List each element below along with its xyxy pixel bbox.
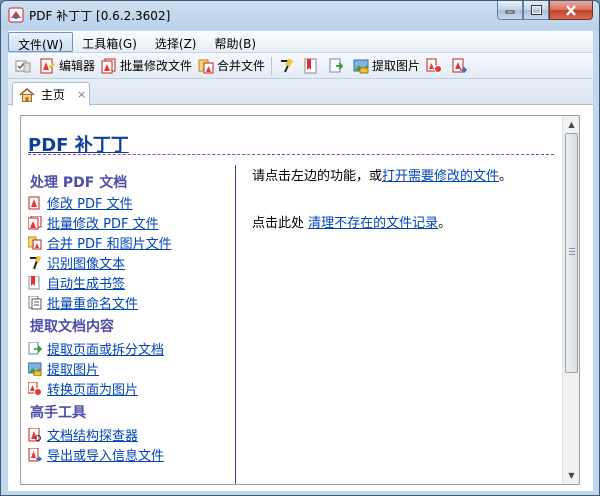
convert-image-button[interactable] — [423, 55, 448, 77]
title-divider — [28, 154, 554, 155]
rename-files-icon — [28, 295, 42, 309]
pdf-to-image-icon — [426, 58, 443, 73]
app-logo-icon — [8, 7, 24, 23]
link-extract-images[interactable]: 提取图片 — [28, 359, 99, 378]
home-page: PDF 补丁丁 处理 PDF 文档 修改 PDF 文件 批量修改 PDF 文件 … — [20, 115, 580, 485]
extract-images-icon — [28, 362, 42, 376]
merge-button[interactable]: 合并文件 — [195, 55, 268, 77]
home-icon — [19, 87, 35, 102]
bookmark-button[interactable] — [300, 55, 325, 77]
link-ocr-text[interactable]: 识别图像文本 — [28, 253, 125, 272]
section-heading-process: 处理 PDF 文档 — [30, 175, 128, 191]
link-auto-bookmarks[interactable]: 自动生成书签 — [28, 273, 125, 292]
link-export-import-info[interactable]: 导出或导入信息文件 — [28, 445, 164, 464]
extract-pages-icon — [329, 58, 344, 72]
minimize-button[interactable] — [497, 1, 523, 20]
maximize-icon — [530, 5, 542, 15]
extract-images-label: 提取图片 — [372, 59, 421, 73]
link-structure-explorer[interactable]: 文档结构探查器 — [28, 425, 138, 444]
menu-toolbox[interactable]: 工具箱(G) — [73, 32, 146, 52]
link-modify-pdf[interactable]: 修改 PDF 文件 — [28, 193, 133, 212]
link-batch-modify-pdf[interactable]: 批量修改 PDF 文件 — [28, 213, 159, 232]
export-info-button[interactable] — [448, 55, 473, 77]
toolbar-separator — [271, 56, 273, 75]
export-info-icon — [452, 58, 468, 73]
pdf-batch-icon — [101, 58, 116, 73]
text-ocr-icon — [281, 57, 294, 72]
title-bar[interactable]: PDF 补丁丁 [0.6.2.3602] — [1, 1, 599, 29]
maximize-button[interactable] — [523, 1, 549, 20]
close-icon — [566, 4, 576, 16]
tab-strip: 主页 × — [8, 79, 593, 106]
bookmark-icon — [304, 58, 317, 73]
section-heading-extract: 提取文档内容 — [30, 319, 114, 335]
caption-buttons — [497, 1, 593, 21]
text-ocr-icon — [30, 255, 42, 269]
tab-home-label: 主页 — [41, 88, 66, 102]
pdf-batch-icon — [28, 215, 42, 229]
menu-select[interactable]: 选择(Z) — [146, 32, 206, 52]
checklist-icon — [15, 60, 31, 72]
clean-records-line: 点击此处 清理不存在的文件记录。 — [252, 216, 452, 231]
toolbar: 编辑器 批量修改文件 合并文件 提取图片 — [8, 53, 593, 79]
open-file-link[interactable]: 打开需要修改的文件 — [382, 169, 499, 184]
extract-images-button[interactable]: 提取图片 — [350, 55, 423, 77]
merge-files-icon — [198, 59, 214, 73]
scroll-up-arrow-icon[interactable]: ▲ — [563, 116, 579, 133]
export-info-icon — [28, 447, 42, 461]
function-list: 处理 PDF 文档 修改 PDF 文件 批量修改 PDF 文件 合并 PDF 和… — [21, 165, 236, 484]
editor-label: 编辑器 — [59, 59, 96, 73]
batch-modify-label: 批量修改文件 — [120, 59, 193, 73]
merge-label: 合并文件 — [217, 59, 266, 73]
pdf-edit-icon — [40, 58, 55, 73]
scroll-down-arrow-icon[interactable]: ▼ — [563, 467, 579, 484]
section-heading-advanced: 高手工具 — [30, 405, 86, 421]
bookmark-icon — [28, 275, 40, 289]
open-file-line: 请点击左边的功能，或打开需要修改的文件。 — [252, 169, 513, 184]
menu-help[interactable]: 帮助(B) — [206, 32, 266, 52]
toolbar-grip[interactable] — [12, 55, 37, 77]
client-area: 文件(W) 工具箱(G) 选择(Z) 帮助(B) 编辑器 批量修改文件 合并文件… — [8, 31, 593, 491]
vertical-scrollbar[interactable]: ▲ ▼ — [562, 116, 579, 484]
merge-files-icon — [28, 236, 42, 249]
pdf-structure-icon — [28, 427, 41, 441]
close-button[interactable] — [549, 1, 593, 20]
pdf-edit-icon — [28, 196, 40, 209]
clean-records-link[interactable]: 清理不存在的文件记录 — [308, 216, 438, 231]
tab-home[interactable]: 主页 × — [12, 82, 90, 106]
editor-button[interactable]: 编辑器 — [37, 55, 98, 77]
extract-pages-icon — [28, 341, 42, 354]
menu-file[interactable]: 文件(W) — [8, 32, 74, 52]
scroll-thumb[interactable] — [565, 133, 578, 373]
link-extract-pages[interactable]: 提取页面或拆分文档 — [28, 339, 164, 358]
ocr-button[interactable] — [275, 55, 300, 77]
extract-images-icon — [353, 59, 369, 73]
link-batch-rename[interactable]: 批量重命名文件 — [28, 293, 138, 312]
menu-bar: 文件(W) 工具箱(G) 选择(Z) 帮助(B) — [8, 31, 593, 53]
link-merge-pdf-images[interactable]: 合并 PDF 和图片文件 — [28, 233, 172, 252]
batch-modify-button[interactable]: 批量修改文件 — [98, 55, 195, 77]
window-title: PDF 补丁丁 [0.6.2.3602] — [29, 9, 171, 23]
pdf-to-image-icon — [28, 381, 42, 396]
minimize-icon — [505, 10, 515, 14]
app-window: PDF 补丁丁 [0.6.2.3602] 文件(W) 工具箱(G) 选择(Z) … — [0, 0, 600, 496]
link-pages-to-images[interactable]: 转换页面为图片 — [28, 379, 138, 398]
grip-icon — [569, 248, 575, 255]
tab-close-icon[interactable]: × — [77, 88, 86, 101]
extract-pages-button[interactable] — [325, 55, 350, 77]
